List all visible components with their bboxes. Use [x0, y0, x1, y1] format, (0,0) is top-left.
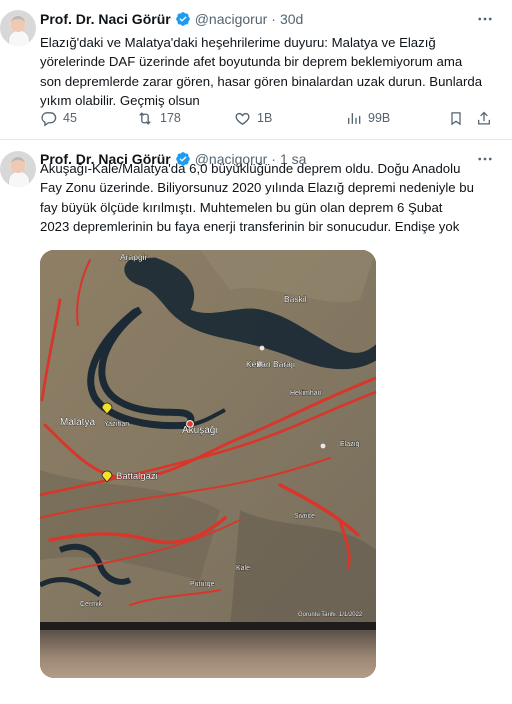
views-icon	[346, 110, 362, 127]
tweet-text-line: fay büyük ölçüde kırılmıştı. Muhtemelen …	[40, 199, 443, 215]
retweet-count: 178	[160, 111, 181, 125]
bookmark-button[interactable]	[448, 108, 464, 128]
tweet-photo[interactable]: Arapgir Baskil Keban Barajı Malatya Akuş…	[40, 250, 376, 678]
tweet-text-line: yörelerinde DAF üzerinde afet boyutunda …	[40, 54, 463, 70]
tweet[interactable]: Prof. Dr. Naci Görür @nacigorur · 1 sa A…	[0, 140, 512, 704]
more-icon[interactable]	[474, 10, 496, 28]
tweet-text: Elazığ'daki ve Malatya'daki heşehrilerim…	[40, 33, 502, 111]
satellite-map: Arapgir Baskil Keban Barajı Malatya Akuş…	[40, 250, 376, 630]
map-label: Baskil	[284, 294, 307, 304]
like-count: 1B	[257, 111, 273, 125]
author-name[interactable]: Prof. Dr. Naci Görür	[40, 11, 171, 27]
author-avatar[interactable]	[0, 10, 36, 46]
tweet-header: Prof. Dr. Naci Görür @nacigorur · 30d	[40, 10, 303, 28]
tweet-text-line: Fay Zonu üzerinde. Biliyorsunuz 2020 yıl…	[40, 180, 474, 196]
reply-button[interactable]: 45	[40, 108, 77, 128]
retweet-icon	[136, 110, 154, 127]
map-footer: Görüntü Tarihi: 1/1/2022	[298, 612, 363, 618]
reply-count: 45	[63, 111, 77, 125]
map-label: Arapgir	[120, 252, 148, 262]
tweet-text-line: Elazığ'daki ve Malatya'daki heşehrilerim…	[40, 35, 436, 50]
verified-badge-icon	[175, 11, 191, 27]
author-handle[interactable]: @nacigorur	[195, 11, 268, 27]
map-label: Hekimhan	[290, 390, 322, 397]
map-label: Yazıhan	[104, 421, 129, 428]
map-label: Elazığ	[340, 441, 360, 448]
author-avatar[interactable]	[0, 151, 36, 187]
map-label: Malatya	[60, 417, 95, 428]
bookmark-icon	[448, 110, 464, 127]
separator: ·	[271, 11, 276, 27]
tweet[interactable]: Prof. Dr. Naci Görür @nacigorur · 30d El…	[0, 0, 512, 140]
tweet-text-line: son depremlerde zarar gören, hasar gören…	[40, 73, 483, 89]
views-button[interactable]: 99B	[346, 108, 390, 128]
share-button[interactable]	[476, 108, 492, 128]
map-label: Sivrice	[294, 513, 315, 520]
desk-surface	[40, 630, 376, 678]
map-label: Kale	[236, 565, 250, 572]
tweet-actions: 45 178 1B 99B	[40, 108, 498, 128]
tweet-text-line: Akuşağı-Kale/Malatya'da 6,0 büyüklüğünde…	[40, 161, 461, 176]
map-label: Çermik	[80, 601, 103, 608]
map-label: Battalgazi	[116, 471, 158, 482]
like-icon	[234, 110, 251, 127]
share-icon	[476, 110, 492, 127]
tweet-text-line: 2023 depremlerinin bu faya enerji transf…	[40, 219, 460, 235]
tweet-text: Akuşağı-Kale/Malatya'da 6,0 büyüklüğünde…	[40, 159, 502, 237]
map-label: Akuşağı	[182, 425, 218, 436]
reply-icon	[40, 110, 57, 127]
map-label: Pütürge	[190, 581, 215, 588]
map-label: Keban Barajı	[246, 359, 295, 369]
views-count: 99B	[368, 111, 391, 125]
like-button[interactable]: 1B	[234, 108, 272, 128]
retweet-button[interactable]: 178	[136, 108, 181, 128]
tweet-time[interactable]: 30d	[280, 11, 303, 27]
